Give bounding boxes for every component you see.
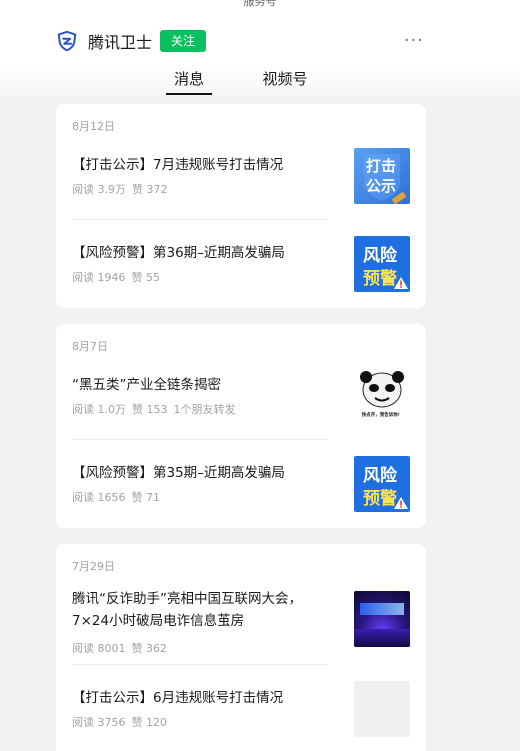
read-count: 阅读 1946: [72, 271, 126, 284]
stage-screen: [360, 603, 404, 615]
article-stats: 阅读 1656 赞 71: [72, 489, 166, 505]
risk-warning-icon[interactable]: 风险 预警: [354, 456, 410, 512]
active-tab-indicator: [166, 93, 212, 95]
warning-icon: [394, 497, 408, 509]
placeholder-image[interactable]: [354, 681, 410, 737]
like-count: 赞 153: [132, 403, 168, 416]
article-item[interactable]: 【打击公示】6月违规账号打击情况 阅读 3756 赞 120: [72, 681, 410, 737]
warning-icon: [394, 277, 408, 289]
message-date: 7月29日: [72, 560, 115, 573]
top-bar-label: 服务号: [243, 0, 277, 8]
account-name[interactable]: 腾讯卫士: [88, 29, 152, 53]
message-date: 8月12日: [72, 120, 115, 133]
thumb-text-line2: 公示: [366, 177, 397, 195]
shield-icon: [57, 30, 77, 52]
stage-floor: [354, 629, 410, 647]
divider: [72, 219, 328, 220]
article-item[interactable]: “黑五类”产业全链条揭密 阅读 1.0万赞 153 1个朋友转发 快点开，我告诉你…: [72, 368, 410, 424]
article-title[interactable]: 【风险预警】第35期–近期高发骗局: [72, 462, 332, 484]
like-count: 赞 362: [131, 642, 168, 655]
conference-stage-image[interactable]: [354, 591, 410, 647]
meme-caption: 快点开，我告诉你！: [361, 413, 403, 418]
tab-messages[interactable]: 消息: [166, 68, 212, 89]
strike-notice-icon[interactable]: 打击 公示: [354, 148, 410, 204]
like-count: 赞 372: [132, 183, 168, 196]
message-date: 8月7日: [72, 340, 108, 353]
risk-warning-icon[interactable]: 风险 预警: [354, 236, 410, 292]
message-card: 7月29日 腾讯“反诈助手”亮相中国互联网大会，7×24小时破局电诈信息茧房 阅…: [56, 544, 426, 751]
like-count: 赞 71: [131, 491, 161, 504]
message-card: 8月12日 【打击公示】7月违规账号打击情况 阅读 3.9万赞 372 打击 公…: [56, 104, 426, 308]
friend-share-count: 1个朋友转发: [173, 403, 236, 416]
article-stats: 阅读 1.0万赞 153 1个朋友转发: [72, 401, 242, 417]
tab-channels[interactable]: 视频号: [256, 68, 314, 89]
message-card: 8月7日 “黑五类”产业全链条揭密 阅读 1.0万赞 153 1个朋友转发 快点开…: [56, 324, 426, 528]
tab-bar: 消息 视频号: [0, 68, 520, 96]
like-count: 赞 120: [131, 716, 168, 729]
article-item[interactable]: 腾讯“反诈助手”亮相中国互联网大会，7×24小时破局电诈信息茧房 阅读 8001…: [72, 588, 410, 658]
article-stats: 阅读 3756 赞 120: [72, 714, 173, 730]
read-count: 阅读 3756: [72, 716, 126, 729]
read-count: 阅读 1656: [72, 491, 126, 504]
account-header: 腾讯卫士 关注 ···: [56, 26, 426, 56]
thumb-text-line1: 风险: [363, 466, 397, 486]
article-title[interactable]: 【打击公示】7月违规账号打击情况: [72, 154, 332, 176]
like-count: 赞 55: [131, 271, 161, 284]
article-title[interactable]: 【打击公示】6月违规账号打击情况: [72, 687, 332, 709]
read-count: 阅读 8001: [72, 642, 126, 655]
article-stats: 阅读 8001 赞 362: [72, 640, 173, 656]
read-count: 阅读 1.0万: [72, 403, 126, 416]
article-title[interactable]: 腾讯“反诈助手”亮相中国互联网大会，7×24小时破局电诈信息茧房: [72, 588, 332, 632]
article-stats: 阅读 1946 赞 55: [72, 269, 166, 285]
more-options-icon[interactable]: ···: [402, 32, 426, 50]
thumb-text-line1: 打击: [366, 157, 397, 175]
divider: [72, 439, 328, 440]
article-title[interactable]: “黑五类”产业全链条揭密: [72, 374, 332, 396]
divider: [72, 664, 328, 665]
panda-meme-image[interactable]: 快点开，我告诉你！: [354, 368, 410, 424]
follow-button[interactable]: 关注: [160, 30, 207, 52]
article-item[interactable]: 【风险预警】第35期–近期高发骗局 阅读 1656 赞 71 风险 预警: [72, 456, 410, 512]
thumb-text-line2: 预警: [363, 269, 397, 289]
article-stats: 阅读 3.9万赞 372: [72, 181, 174, 197]
article-item[interactable]: 【打击公示】7月违规账号打击情况 阅读 3.9万赞 372 打击 公示: [72, 148, 410, 204]
thumb-text-line2: 预警: [363, 489, 397, 509]
article-title[interactable]: 【风险预警】第36期–近期高发骗局: [72, 242, 332, 264]
read-count: 阅读 3.9万: [72, 183, 126, 196]
thumb-text-line1: 风险: [363, 246, 397, 266]
article-item[interactable]: 【风险预警】第36期–近期高发骗局 阅读 1946 赞 55 风险 预警: [72, 236, 410, 292]
